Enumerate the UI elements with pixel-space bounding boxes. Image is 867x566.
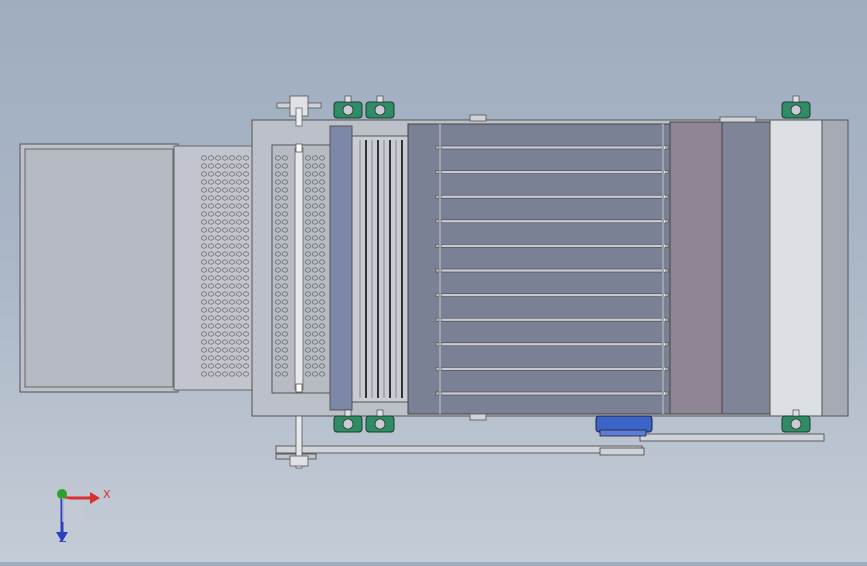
feed-hopper[interactable] [19, 143, 179, 393]
vertical-shaft[interactable] [294, 147, 304, 391]
perforated-plate[interactable] [173, 145, 257, 391]
mauve-panel[interactable] [669, 121, 723, 415]
z-axis-label: Z [59, 532, 67, 545]
x-axis-label: X [103, 488, 111, 501]
drive-roller[interactable] [329, 125, 409, 411]
white-panel[interactable] [769, 119, 823, 417]
assembly-drawing[interactable] [0, 0, 867, 562]
y-axis-icon [57, 489, 67, 499]
cad-viewport[interactable]: X Z [0, 0, 867, 562]
inner-sieve-window[interactable] [271, 143, 333, 394]
conveyor-belt[interactable] [407, 123, 671, 415]
